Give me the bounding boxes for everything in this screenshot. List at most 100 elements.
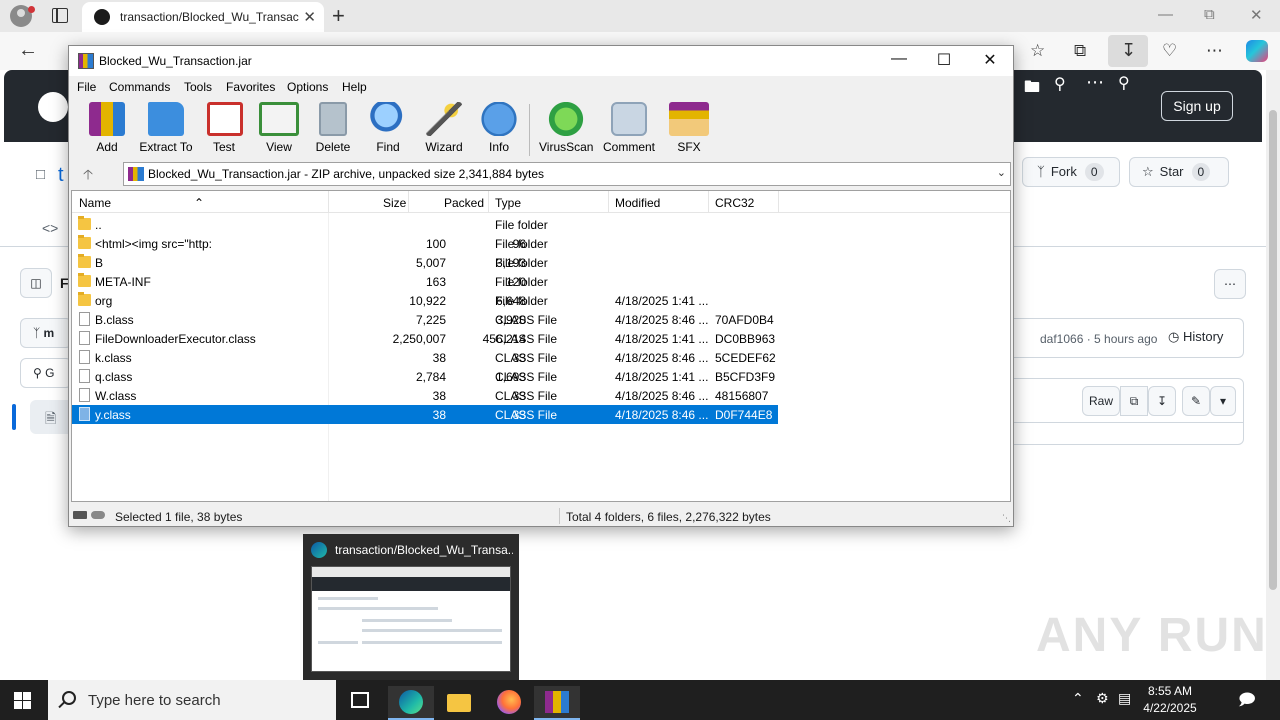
favorites-star-icon[interactable]: ☆: [1030, 41, 1045, 61]
downloads-button[interactable]: ↧: [1108, 35, 1148, 67]
star-button[interactable]: ☆ Star 0: [1129, 157, 1229, 187]
column-separator[interactable]: [408, 191, 409, 213]
edit-pencil-icon[interactable]: ✎: [1182, 386, 1210, 416]
menu-commands[interactable]: Commands: [109, 80, 170, 94]
close-icon[interactable]: ✕: [980, 50, 1000, 70]
add-button[interactable]: Add: [89, 102, 125, 154]
browser-minimize-icon[interactable]: —: [1158, 6, 1173, 23]
up-one-level-icon[interactable]: 🡡: [83, 164, 93, 188]
menu-help[interactable]: Help: [342, 80, 367, 94]
chevron-down-icon[interactable]: ▾: [1210, 386, 1236, 416]
copilot-icon[interactable]: [1246, 40, 1268, 62]
winrar-taskbar-button[interactable]: [534, 686, 580, 720]
file-row[interactable]: org 10,922 6,648 File folder 4/18/2025 1:41 …: [72, 291, 778, 310]
column-modified[interactable]: Modified: [615, 196, 660, 210]
find-button[interactable]: Find: [369, 102, 407, 154]
raw-button[interactable]: Raw: [1082, 386, 1120, 416]
task-view-button[interactable]: [338, 686, 384, 720]
file-row[interactable]: B 5,007 3,193 File folder: [72, 253, 778, 272]
tab-close-icon[interactable]: ✕: [303, 8, 316, 26]
network-icon[interactable]: ▤: [1118, 690, 1131, 707]
drive-status-icon[interactable]: [73, 511, 107, 520]
tab-actions-icon[interactable]: [52, 8, 68, 23]
column-separator[interactable]: [708, 191, 709, 213]
browser-tab[interactable]: transaction/Blocked_Wu_Transac ✕: [82, 2, 324, 32]
column-size[interactable]: Size: [383, 196, 406, 210]
winrar-title-bar[interactable]: Blocked_Wu_Transaction.jar — ☐ ✕: [69, 46, 1013, 76]
collections-icon[interactable]: ⧉: [1074, 41, 1086, 61]
browser-essentials-icon[interactable]: ♡: [1162, 41, 1177, 61]
file-row[interactable]: META-INF 163 120 File folder: [72, 272, 778, 291]
minimize-icon[interactable]: —: [889, 50, 909, 68]
go-to-file-input[interactable]: ⚲ G: [20, 358, 72, 388]
wizard-button[interactable]: Wizard: [423, 102, 465, 154]
file-row[interactable]: <html><img src="http: 100 96 File folder: [72, 234, 778, 253]
sidebar-toggle-icon[interactable]: ◫: [20, 268, 52, 298]
column-separator[interactable]: [778, 191, 779, 213]
delete-button[interactable]: Delete: [315, 102, 351, 154]
sfx-button[interactable]: SFX: [669, 102, 709, 154]
taskbar-thumbnail-preview[interactable]: transaction/Blocked_Wu_Transa...: [303, 534, 519, 680]
chevron-down-icon[interactable]: ⌄: [997, 166, 1006, 179]
menu-favorites[interactable]: Favorites: [226, 80, 275, 94]
virusscan-button[interactable]: VirusScan: [539, 102, 593, 154]
menu-tools[interactable]: Tools: [184, 80, 212, 94]
branch-selector[interactable]: ᛉ m: [20, 318, 72, 348]
file-row[interactable]: W.class 38 33 CLASS File 4/18/2025 8:46 ... 4…: [72, 386, 778, 405]
edge-taskbar-button[interactable]: [388, 686, 434, 720]
resize-grip-icon[interactable]: ⋱: [1002, 513, 1011, 524]
notifications-icon[interactable]: 🗩: [1238, 689, 1256, 716]
history-link[interactable]: ◷ History: [1168, 329, 1223, 345]
file-row[interactable]: .. File folder: [72, 215, 778, 234]
security-icon[interactable]: ⚙: [1096, 690, 1109, 707]
page-scrollbar[interactable]: [1266, 70, 1280, 680]
maximize-icon[interactable]: ☐: [934, 50, 954, 70]
clock-date: 4/22/2025: [1143, 701, 1197, 715]
taskbar-clock[interactable]: 8:55 AM 4/22/2025: [1140, 683, 1200, 717]
copy-icon[interactable]: ⧉: [1120, 386, 1148, 416]
code-tab-icon[interactable]: <>: [42, 220, 58, 236]
column-name[interactable]: Name: [79, 196, 111, 210]
windows-start-icon[interactable]: [14, 692, 32, 709]
file-list[interactable]: Name ⌃ Size Packed Type Modified CRC32 .…: [71, 190, 1011, 502]
more-options-icon[interactable]: ⋯: [1206, 41, 1223, 61]
column-separator[interactable]: [328, 191, 329, 213]
more-actions-button[interactable]: ⋯: [1214, 269, 1246, 299]
sign-up-button[interactable]: Sign up: [1161, 91, 1233, 121]
search-icon[interactable]: ⚲: [1054, 74, 1066, 94]
pin-icon[interactable]: ⚲: [1118, 73, 1130, 93]
column-packed[interactable]: Packed: [444, 196, 484, 210]
view-button[interactable]: View: [257, 102, 301, 154]
file-row[interactable]: k.class 38 33 CLASS File 4/18/2025 8:46 ... 5…: [72, 348, 778, 367]
comment-button[interactable]: Comment: [601, 102, 657, 154]
file-row[interactable]: y.class 38 33 CLASS File 4/18/2025 8:46 ... D…: [72, 405, 778, 424]
extract-to-button[interactable]: Extract To: [139, 102, 193, 154]
folder-icon[interactable]: 🖿: [1024, 76, 1040, 103]
column-crc32[interactable]: CRC32: [715, 196, 754, 210]
path-dropdown[interactable]: Blocked_Wu_Transaction.jar - ZIP archive…: [123, 162, 1011, 186]
browser-close-icon[interactable]: ✕: [1250, 6, 1263, 24]
download-icon[interactable]: ↧: [1148, 386, 1176, 416]
file-explorer-button[interactable]: [436, 686, 482, 720]
file-row[interactable]: B.class 7,225 3,920 CLASS File 4/18/2025 8:4…: [72, 310, 778, 329]
github-logo-icon[interactable]: [38, 92, 68, 122]
menu-options[interactable]: Options: [287, 80, 328, 94]
taskbar-search-box[interactable]: Type here to search: [48, 680, 336, 720]
column-separator[interactable]: [488, 191, 489, 213]
test-button[interactable]: Test: [207, 102, 243, 154]
back-arrow-icon[interactable]: ←: [18, 39, 38, 62]
info-button[interactable]: Info: [481, 102, 517, 154]
firefox-button[interactable]: [486, 686, 532, 720]
show-hidden-icons-chevron-icon[interactable]: ⌃: [1072, 690, 1084, 707]
file-row[interactable]: FileDownloaderExecutor.class 2,250,007 456…: [72, 329, 778, 348]
fork-button[interactable]: ᛉ Fork 0: [1022, 157, 1120, 187]
file-row[interactable]: q.class 2,784 1,693 CLASS File 4/18/2025 1:4…: [72, 367, 778, 386]
column-type[interactable]: Type: [495, 196, 521, 210]
kebab-menu-icon[interactable]: ⋯: [1086, 72, 1104, 93]
scrollbar-thumb[interactable]: [1269, 110, 1277, 590]
new-tab-button[interactable]: +: [332, 3, 345, 29]
browser-restore-icon[interactable]: ⧉: [1204, 6, 1215, 23]
menu-file[interactable]: File: [77, 80, 96, 94]
column-separator[interactable]: [608, 191, 609, 213]
repo-name-partial[interactable]: t: [58, 164, 64, 187]
